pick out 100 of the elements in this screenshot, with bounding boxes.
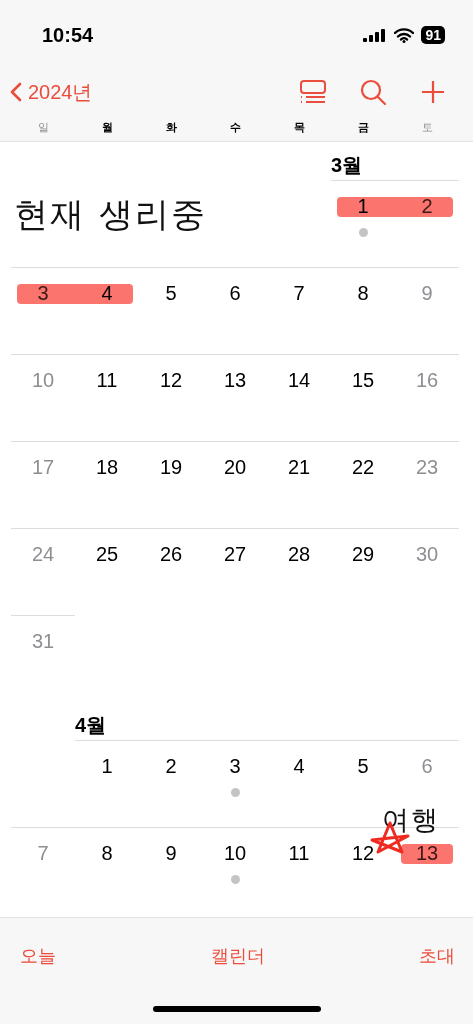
weekday-label: 목 — [292, 120, 306, 135]
day-cell[interactable]: 27 — [203, 528, 267, 566]
month-label: 4월 — [75, 713, 108, 738]
weekday-label: 월 — [100, 120, 114, 135]
status-time: 10:54 — [42, 23, 94, 47]
day-number: 25 — [95, 543, 119, 566]
day-cell[interactable]: 7 — [267, 267, 331, 305]
day-number: 7 — [37, 842, 49, 865]
day-number: 9 — [165, 842, 177, 865]
highlighter-mark — [395, 197, 453, 217]
day-number: 30 — [415, 543, 439, 566]
day-number: 9 — [421, 282, 433, 305]
day-number: 12 — [351, 842, 375, 865]
day-number: 22 — [351, 456, 375, 479]
day-cell[interactable]: 25 — [75, 528, 139, 566]
day-number: 10 — [223, 842, 247, 865]
wifi-icon — [394, 27, 415, 43]
weekday-label: 일 — [36, 120, 50, 135]
day-number: 31 — [31, 630, 55, 653]
day-number: 4 — [293, 755, 305, 778]
day-number: 13 — [223, 369, 247, 392]
day-number: 21 — [287, 456, 311, 479]
weekday-label: 화 — [164, 120, 178, 135]
day-number: 1 — [101, 755, 113, 778]
day-number: 28 — [287, 543, 311, 566]
highlighter-mark — [75, 284, 133, 304]
day-cell[interactable]: 13 — [203, 354, 267, 392]
day-number: 24 — [31, 543, 55, 566]
event-dot — [230, 875, 240, 884]
handwritten-note: 현재 생리중 — [14, 193, 207, 236]
day-cell[interactable]: 28 — [267, 528, 331, 566]
day-number: 8 — [357, 282, 369, 305]
day-number: 20 — [223, 456, 247, 479]
weekday-label: 수 — [228, 120, 242, 135]
day-cell[interactable]: 4 — [75, 267, 139, 305]
day-cell[interactable]: 10 — [203, 827, 267, 884]
day-cell[interactable]: 8 — [331, 267, 395, 305]
signal-icon — [363, 28, 388, 42]
day-cell[interactable]: 11 — [267, 827, 331, 865]
day-number: 16 — [415, 369, 439, 392]
day-cell[interactable]: 12 — [139, 354, 203, 392]
highlighter-mark — [401, 844, 453, 864]
day-number: 5 — [357, 755, 369, 778]
day-cell[interactable]: 4 — [267, 740, 331, 778]
month-label: 3월 — [331, 153, 364, 178]
day-cell[interactable]: 29 — [331, 528, 395, 566]
day-cell[interactable]: 1 — [75, 740, 139, 778]
event-dot — [230, 788, 240, 797]
day-number: 26 — [159, 543, 183, 566]
day-number: 2 — [165, 755, 177, 778]
day-cell[interactable]: 19 — [139, 441, 203, 479]
day-number: 2 — [421, 195, 433, 218]
day-cell[interactable]: 26 — [139, 528, 203, 566]
day-number: 12 — [159, 369, 183, 392]
day-cell[interactable]: 5 — [139, 267, 203, 305]
day-number: 6 — [229, 282, 241, 305]
day-number: 19 — [159, 456, 183, 479]
day-number: 29 — [351, 543, 375, 566]
day-number: 14 — [287, 369, 311, 392]
day-cell[interactable]: 14 — [267, 354, 331, 392]
search-icon — [359, 78, 387, 106]
day-number: 23 — [415, 456, 439, 479]
day-number: 11 — [288, 842, 310, 865]
inbox-button[interactable]: 초대 — [419, 944, 455, 968]
event-dot — [358, 228, 368, 237]
day-number: 13 — [415, 842, 439, 865]
day-number: 11 — [96, 369, 118, 392]
day-number: 5 — [165, 282, 177, 305]
day-cell[interactable]: 12 — [331, 827, 395, 865]
day-cell[interactable]: 11 — [75, 354, 139, 392]
day-cell[interactable]: 1 — [331, 180, 395, 237]
day-cell[interactable]: 2 — [395, 180, 459, 218]
day-cell[interactable]: 2 — [139, 740, 203, 778]
day-cell[interactable]: 5 — [331, 740, 395, 778]
day-number: 6 — [421, 755, 433, 778]
plus-icon — [421, 80, 445, 104]
day-number: 18 — [95, 456, 119, 479]
day-number: 17 — [31, 456, 55, 479]
day-number: 27 — [223, 543, 247, 566]
day-cell[interactable]: 8 — [75, 827, 139, 865]
highlighter-mark — [337, 197, 395, 217]
day-cell[interactable]: 6 — [203, 267, 267, 305]
list-icon — [299, 80, 327, 104]
day-cell[interactable]: 9 — [139, 827, 203, 865]
chevron-left-icon — [10, 82, 22, 102]
day-number: 8 — [101, 842, 113, 865]
day-cell[interactable]: 20 — [203, 441, 267, 479]
day-cell[interactable]: 15 — [331, 354, 395, 392]
day-number: 15 — [351, 369, 375, 392]
weekday-label: 토 — [420, 120, 434, 135]
day-number: 3 — [37, 282, 49, 305]
day-cell[interactable]: 21 — [267, 441, 331, 479]
day-cell[interactable]: 18 — [75, 441, 139, 479]
day-cell[interactable]: 3 — [11, 267, 75, 305]
day-cell[interactable]: 22 — [331, 441, 395, 479]
highlighter-mark — [17, 284, 75, 304]
weekday-label: 금 — [356, 120, 370, 135]
day-number: 4 — [101, 282, 113, 305]
day-cell[interactable]: 3 — [203, 740, 267, 797]
battery-level: 91 — [421, 26, 445, 44]
